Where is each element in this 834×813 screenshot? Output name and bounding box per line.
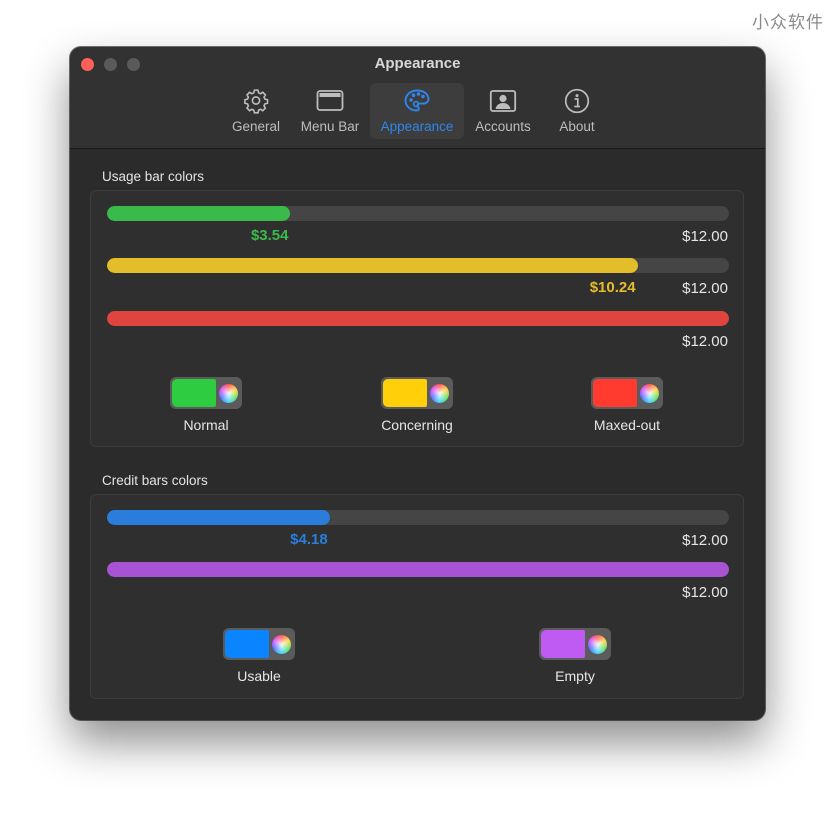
swatch-empty: Empty — [515, 628, 635, 684]
credit-bar-usable — [107, 510, 729, 525]
color-well-usable[interactable] — [223, 628, 295, 660]
usage-normal-value: $3.54 — [250, 227, 289, 244]
swatch-usable: Usable — [199, 628, 319, 684]
tab-menu-bar[interactable]: Menu Bar — [295, 83, 365, 139]
gear-icon — [244, 89, 269, 114]
color-swatch — [383, 379, 427, 407]
usage-bar-maxed-out — [107, 311, 729, 326]
usage-normal-max: $12.00 — [682, 228, 728, 245]
titlebar: Appearance General Menu Bar Appearance A… — [70, 47, 765, 149]
credit-bar-group: $4.18 $12.00 $12.00 Usable Empty — [90, 494, 744, 699]
color-swatch — [172, 379, 216, 407]
usage-bar-concerning-fill — [107, 258, 638, 273]
window-title: Appearance — [374, 55, 461, 72]
color-wheel-icon[interactable] — [219, 384, 238, 403]
credit-usable-max: $12.00 — [682, 532, 728, 549]
swatch-label: Usable — [237, 668, 281, 684]
usage-bar-maxed-out-fill — [107, 311, 729, 326]
swatch-label: Concerning — [381, 417, 453, 433]
info-icon — [564, 88, 590, 114]
color-wheel-icon[interactable] — [588, 635, 607, 654]
swatch-label: Normal — [183, 417, 229, 433]
credit-bar-empty — [107, 562, 729, 577]
swatch-label: Empty — [555, 668, 595, 684]
usage-section-title: Usage bar colors — [102, 169, 205, 184]
tab-about[interactable]: About — [550, 83, 604, 139]
swatch-normal: Normal — [146, 377, 266, 433]
tab-label: Accounts — [475, 119, 531, 134]
tab-label: Menu Bar — [300, 119, 360, 134]
credit-empty-max: $12.00 — [682, 584, 728, 601]
color-wheel-icon[interactable] — [430, 384, 449, 403]
palette-icon — [404, 89, 430, 112]
swatch-maxed-out: Maxed-out — [567, 377, 687, 433]
tab-general[interactable]: General — [224, 83, 288, 139]
tab-appearance[interactable]: Appearance — [370, 83, 464, 139]
color-well-empty[interactable] — [539, 628, 611, 660]
usage-bar-normal — [107, 206, 729, 221]
swatch-concerning: Concerning — [357, 377, 477, 433]
color-well-concerning[interactable] — [381, 377, 453, 409]
color-wheel-icon[interactable] — [272, 635, 291, 654]
usage-concerning-max: $12.00 — [682, 280, 728, 297]
watermark: 小众软件 — [752, 13, 824, 33]
color-wheel-icon[interactable] — [640, 384, 659, 403]
color-well-normal[interactable] — [170, 377, 242, 409]
preferences-toolbar: General Menu Bar Appearance Accounts Abo… — [70, 83, 765, 139]
tab-label: Appearance — [380, 119, 454, 134]
menu-bar-icon — [316, 90, 344, 111]
usage-bar-concerning — [107, 258, 729, 273]
preferences-window: Appearance General Menu Bar Appearance A… — [70, 47, 765, 720]
person-card-icon — [489, 90, 517, 112]
credit-bar-usable-fill — [107, 510, 330, 525]
tab-accounts[interactable]: Accounts — [468, 83, 538, 139]
usage-maxed-out-max: $12.00 — [682, 333, 728, 350]
color-swatch — [593, 379, 637, 407]
usage-concerning-value: $10.24 — [589, 279, 636, 296]
usage-bar-normal-fill — [107, 206, 291, 221]
color-swatch — [225, 630, 269, 658]
tab-label: General — [231, 119, 281, 134]
color-swatch — [541, 630, 585, 658]
usage-bar-group: $3.54 $12.00 $10.24 $12.00 $12.00 Normal… — [90, 190, 744, 447]
swatch-label: Maxed-out — [593, 417, 661, 433]
credit-usable-value: $4.18 — [290, 531, 328, 548]
credit-bar-empty-fill — [107, 562, 729, 577]
tab-label: About — [559, 119, 595, 134]
credit-section-title: Credit bars colors — [102, 473, 208, 488]
color-well-maxed-out[interactable] — [591, 377, 663, 409]
